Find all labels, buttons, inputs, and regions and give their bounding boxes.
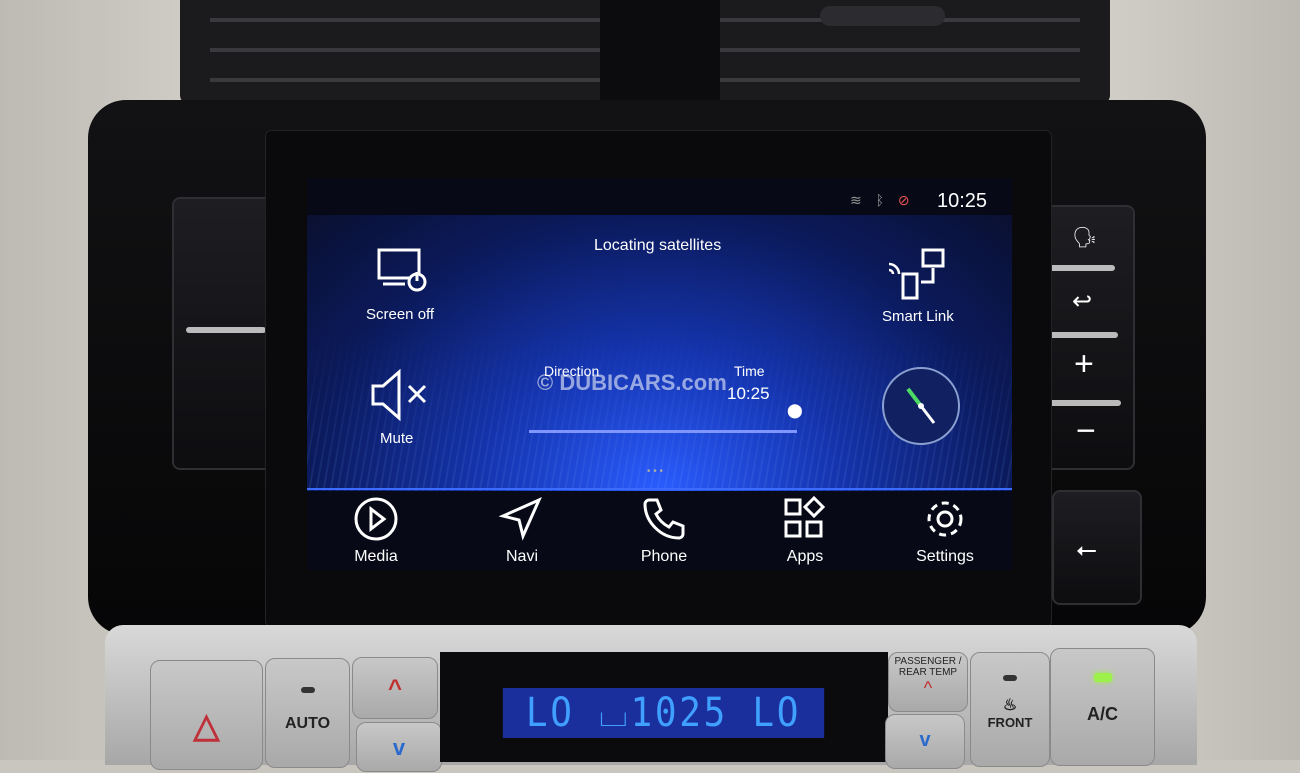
ac-button[interactable]: A/C: [1050, 648, 1155, 766]
hazard-button[interactable]: △: [150, 660, 263, 770]
chrome-trim: [1042, 265, 1115, 271]
chrome-trim: [1045, 332, 1118, 338]
driver-temp-up-button[interactable]: ^: [352, 657, 438, 719]
passenger-temp-up-button[interactable]: PASSENGER / REAR TEMP ^: [888, 652, 968, 712]
dock-apps[interactable]: Apps: [755, 496, 855, 566]
apps-grid-icon: [784, 496, 826, 538]
dock-navi[interactable]: Navi: [472, 496, 572, 566]
hazard-icon: △: [193, 707, 220, 745]
defrost-led: [1003, 675, 1017, 681]
mute-label: Mute: [380, 430, 414, 447]
air-vent: [180, 0, 1110, 105]
front-label: FRONT: [987, 715, 1033, 730]
home-screen: ≋ ᛒ ⊘ 10:25 Locating satellites Screen o…: [307, 178, 1012, 570]
volume-down-icon[interactable]: −: [1076, 412, 1096, 451]
watermark: © DUBICARS.com: [537, 370, 727, 395]
dock-divider: [307, 488, 1012, 490]
navigation-arrow-icon: [499, 497, 542, 541]
wifi-icon: ≋: [850, 192, 862, 208]
smart-link-icon: [888, 248, 945, 300]
dock-settings-label: Settings: [916, 548, 974, 565]
dock-phone[interactable]: Phone: [614, 496, 714, 566]
bluetooth-icon: ᛒ: [875, 192, 885, 208]
smart-link-button[interactable]: Smart Link: [867, 248, 977, 328]
gps-status: Locating satellites: [594, 237, 722, 254]
ac-led: [1093, 673, 1112, 682]
chevron-up-icon: ^: [923, 678, 933, 698]
left-hardware-button[interactable]: [172, 197, 272, 470]
chrome-trim: [186, 327, 266, 333]
screen-off-label: Screen off: [366, 306, 435, 323]
gps-off-icon: ⊘: [897, 192, 910, 208]
smart-link-label: Smart Link: [882, 308, 954, 325]
front-defrost-button[interactable]: ♨ FRONT: [970, 652, 1050, 767]
voice-icon[interactable]: 🗣: [1072, 225, 1097, 250]
volume-up-icon[interactable]: +: [1074, 345, 1094, 384]
usb-icon: ⭠: [1076, 534, 1097, 564]
dock-media-label: Media: [354, 548, 398, 565]
time-value: 10:25: [727, 384, 770, 403]
passenger-temp-down-button[interactable]: v: [885, 714, 965, 769]
gear-icon: [927, 501, 963, 537]
auto-button[interactable]: AUTO: [265, 658, 350, 768]
status-time: 10:25: [937, 190, 988, 212]
status-icons: ≋ ᛒ ⊘: [850, 192, 910, 209]
auto-led: [300, 687, 315, 693]
dock-settings[interactable]: Settings: [895, 496, 995, 566]
dock-apps-label: Apps: [786, 548, 824, 565]
play-circle-icon: [354, 497, 398, 541]
ac-label: A/C: [1087, 704, 1118, 724]
dock-phone-label: Phone: [640, 548, 688, 565]
mute-button[interactable]: Mute: [357, 368, 447, 448]
compass-icon[interactable]: [880, 365, 962, 447]
back-home-icon[interactable]: ↩: [1072, 287, 1092, 316]
vent-tab[interactable]: [820, 6, 945, 26]
dock-navi-label: Navi: [505, 548, 538, 565]
chrome-trim: [1048, 400, 1121, 406]
defrost-icon: ♨: [1002, 697, 1018, 714]
usb-port[interactable]: ⭠: [1052, 490, 1142, 605]
screen-off-icon: [377, 248, 427, 292]
location-pin-icon: ⬤: [787, 402, 803, 418]
passenger-label: PASSENGER / REAR TEMP: [894, 656, 962, 678]
page-indicator[interactable]: • • •: [647, 466, 663, 477]
screen-off-button[interactable]: Screen off: [347, 248, 457, 328]
auto-label: AUTO: [284, 715, 331, 732]
driver-temp-down-button[interactable]: v: [356, 722, 442, 772]
time-label: Time: [734, 363, 765, 379]
climate-lcd: LO ⌴1025 LO: [502, 688, 825, 738]
dock-media[interactable]: Media: [326, 496, 426, 566]
mute-icon: [371, 368, 427, 422]
progress-line: [529, 430, 797, 433]
phone-icon: [643, 498, 685, 540]
vent-control[interactable]: [600, 0, 720, 100]
